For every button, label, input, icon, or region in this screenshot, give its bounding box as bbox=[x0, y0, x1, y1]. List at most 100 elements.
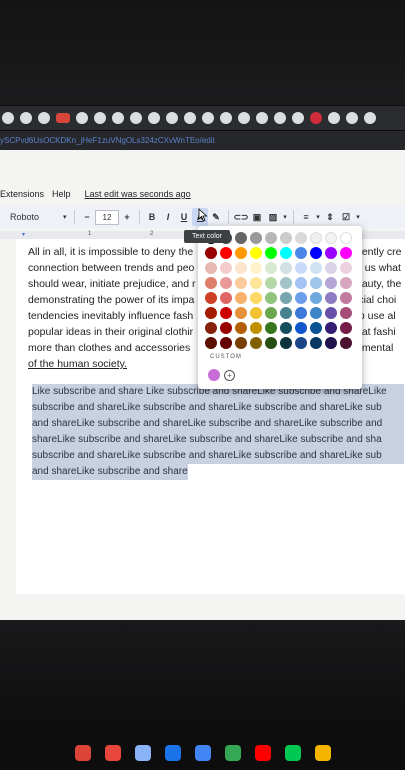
bookmark-icon[interactable] bbox=[130, 112, 142, 124]
color-swatch[interactable] bbox=[340, 292, 352, 304]
increase-font-button[interactable]: + bbox=[119, 208, 135, 226]
color-swatch[interactable] bbox=[205, 337, 217, 349]
youtube-bookmark-icon[interactable] bbox=[56, 113, 70, 123]
chevron-down-icon[interactable]: ▾ bbox=[281, 208, 289, 226]
bookmark-icon[interactable] bbox=[38, 112, 50, 124]
bookmark-icon[interactable] bbox=[184, 112, 196, 124]
color-swatch[interactable] bbox=[325, 277, 337, 289]
color-swatch[interactable] bbox=[265, 232, 277, 244]
image-icon[interactable]: ▨ bbox=[265, 208, 281, 226]
color-swatch[interactable] bbox=[250, 232, 262, 244]
color-swatch[interactable] bbox=[220, 247, 232, 259]
color-swatch[interactable] bbox=[340, 337, 352, 349]
last-edit-link[interactable]: Last edit was seconds ago bbox=[85, 189, 191, 199]
custom-color-swatch[interactable] bbox=[208, 369, 220, 381]
color-swatch[interactable] bbox=[310, 307, 322, 319]
shelf-app-icon[interactable] bbox=[104, 744, 121, 761]
link-icon[interactable]: ⊂⊃ bbox=[233, 208, 249, 226]
bookmark-icon[interactable] bbox=[364, 112, 376, 124]
shelf-app-icon[interactable] bbox=[254, 744, 271, 761]
color-swatch[interactable] bbox=[340, 262, 352, 274]
color-swatch[interactable] bbox=[340, 307, 352, 319]
italic-button[interactable]: I bbox=[160, 208, 176, 226]
color-swatch[interactable] bbox=[265, 307, 277, 319]
color-swatch[interactable] bbox=[325, 337, 337, 349]
line-spacing-icon[interactable]: ⇕ bbox=[322, 208, 338, 226]
color-swatch[interactable] bbox=[265, 277, 277, 289]
color-swatch[interactable] bbox=[280, 232, 292, 244]
checklist-icon[interactable]: ☑ bbox=[338, 208, 354, 226]
shelf-app-icon[interactable] bbox=[134, 744, 151, 761]
bookmark-icon[interactable] bbox=[346, 112, 358, 124]
bookmark-icon[interactable] bbox=[76, 112, 88, 124]
color-swatch[interactable] bbox=[310, 277, 322, 289]
color-swatch[interactable] bbox=[280, 322, 292, 334]
color-swatch[interactable] bbox=[265, 262, 277, 274]
color-swatch[interactable] bbox=[325, 292, 337, 304]
bookmark-icon[interactable] bbox=[274, 112, 286, 124]
bookmark-icon[interactable] bbox=[94, 112, 106, 124]
color-swatch[interactable] bbox=[250, 247, 262, 259]
bookmark-icon[interactable] bbox=[112, 112, 124, 124]
color-swatch[interactable] bbox=[205, 247, 217, 259]
shelf-app-icon[interactable] bbox=[74, 744, 91, 761]
color-swatch[interactable] bbox=[265, 322, 277, 334]
shelf-app-icon[interactable] bbox=[164, 744, 181, 761]
color-swatch[interactable] bbox=[280, 292, 292, 304]
color-swatch[interactable] bbox=[280, 247, 292, 259]
color-swatch[interactable] bbox=[340, 277, 352, 289]
shelf-app-icon[interactable] bbox=[194, 744, 211, 761]
bookmark-icon[interactable] bbox=[2, 112, 14, 124]
color-swatch[interactable] bbox=[310, 337, 322, 349]
color-swatch[interactable] bbox=[325, 307, 337, 319]
bookmark-icon[interactable] bbox=[166, 112, 178, 124]
color-swatch[interactable] bbox=[295, 277, 307, 289]
url-bar[interactable]: ySCPvd6UsOCKDKn_jHeF1zuVNgOLs324zCXvWnTE… bbox=[0, 131, 405, 150]
font-select[interactable]: Roboto ▾ bbox=[0, 208, 70, 226]
bookmark-icon[interactable] bbox=[292, 112, 304, 124]
pinterest-bookmark-icon[interactable] bbox=[310, 112, 322, 124]
color-swatch[interactable] bbox=[310, 292, 322, 304]
color-swatch[interactable] bbox=[340, 232, 352, 244]
color-swatch[interactable] bbox=[205, 292, 217, 304]
color-swatch[interactable] bbox=[205, 307, 217, 319]
indent-marker-icon[interactable]: ▾ bbox=[22, 231, 25, 238]
color-swatch[interactable] bbox=[265, 292, 277, 304]
decrease-font-button[interactable]: − bbox=[79, 208, 95, 226]
chevron-down-icon[interactable]: ▾ bbox=[314, 208, 322, 226]
color-swatch[interactable] bbox=[280, 262, 292, 274]
color-swatch[interactable] bbox=[295, 307, 307, 319]
menu-help[interactable]: Help bbox=[52, 189, 71, 199]
add-custom-color-button[interactable]: + bbox=[224, 369, 235, 381]
color-swatch[interactable] bbox=[235, 277, 247, 289]
color-swatch[interactable] bbox=[325, 262, 337, 274]
color-swatch[interactable] bbox=[325, 322, 337, 334]
menu-extensions[interactable]: Extensions bbox=[0, 189, 44, 199]
color-swatch[interactable] bbox=[250, 337, 262, 349]
bookmark-icon[interactable] bbox=[220, 112, 232, 124]
bookmark-icon[interactable] bbox=[20, 112, 32, 124]
color-swatch[interactable] bbox=[295, 247, 307, 259]
color-swatch[interactable] bbox=[280, 337, 292, 349]
chevron-down-icon[interactable]: ▾ bbox=[354, 208, 362, 226]
color-swatch[interactable] bbox=[205, 262, 217, 274]
font-size-input[interactable]: 12 bbox=[95, 209, 119, 225]
color-swatch[interactable] bbox=[220, 262, 232, 274]
color-swatch[interactable] bbox=[205, 277, 217, 289]
color-swatch[interactable] bbox=[280, 277, 292, 289]
color-swatch[interactable] bbox=[295, 322, 307, 334]
color-swatch[interactable] bbox=[250, 277, 262, 289]
color-swatch[interactable] bbox=[220, 292, 232, 304]
color-swatch[interactable] bbox=[235, 307, 247, 319]
color-swatch[interactable] bbox=[310, 322, 322, 334]
color-swatch[interactable] bbox=[265, 337, 277, 349]
color-swatch[interactable] bbox=[310, 262, 322, 274]
bookmark-icon[interactable] bbox=[328, 112, 340, 124]
color-swatch[interactable] bbox=[265, 247, 277, 259]
underline-button[interactable]: U bbox=[176, 208, 192, 226]
shelf-app-icon[interactable] bbox=[224, 744, 241, 761]
color-swatch[interactable] bbox=[250, 292, 262, 304]
color-swatch[interactable] bbox=[325, 247, 337, 259]
bold-button[interactable]: B bbox=[144, 208, 160, 226]
color-swatch[interactable] bbox=[295, 262, 307, 274]
